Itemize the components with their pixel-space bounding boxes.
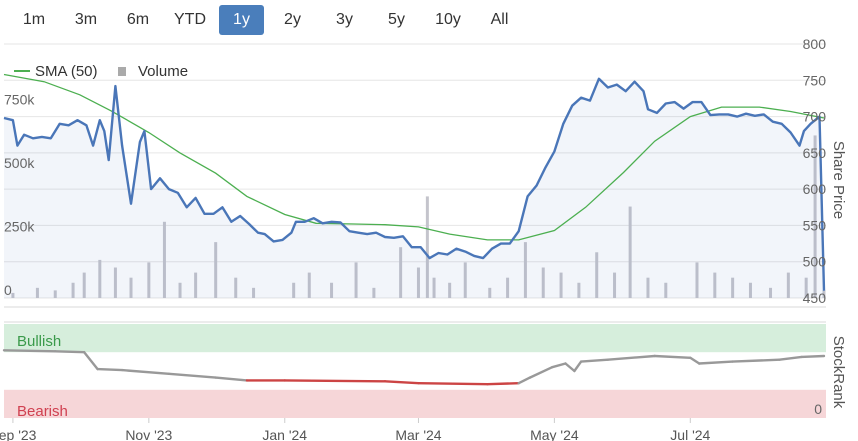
volume-tick-label: 0 — [4, 282, 12, 298]
price-tick-label: 800 — [803, 36, 827, 52]
volume-tick-label: 500k — [4, 155, 35, 171]
x-tick-label: Sep '23 — [0, 427, 37, 441]
legend-sma-label: SMA (50) — [35, 63, 98, 80]
stockrank-line-segment — [689, 356, 701, 365]
price-tick-label: 750 — [803, 72, 827, 88]
price-axis-label: Share Price — [830, 141, 847, 219]
rank-axis-label: StockRank — [830, 336, 847, 409]
x-tick-label: Jan '24 — [262, 427, 307, 441]
stockrank-line-segment — [778, 355, 803, 361]
stockrank-line-segment — [517, 376, 532, 385]
stockrank-line-segment — [54, 350, 86, 354]
stockrank-line-segment — [579, 358, 610, 363]
share-price-chart: 450 500 550 600 650 700 750 800 Share Price 0 250k… — [0, 36, 847, 441]
stockrank-line-segment — [551, 362, 567, 369]
stockrank-line-segment — [82, 351, 99, 371]
stockrank-line-segment — [698, 360, 734, 365]
bearish-band — [4, 389, 826, 418]
legend-volume-swatch — [118, 67, 126, 76]
stockrank-line-segment — [2, 349, 57, 353]
stockrank-line-segment — [573, 360, 583, 373]
stockrank-line-segment — [731, 358, 781, 363]
bearish-label: Bearish — [17, 403, 68, 420]
x-tick-label: Jul '24 — [670, 427, 710, 441]
stockrank-line-segment — [653, 354, 692, 359]
price-tick-label: 700 — [803, 109, 827, 125]
x-tick-label: Mar '24 — [395, 427, 441, 441]
stockrank-line-segment — [486, 382, 520, 386]
stockrank-line-segment — [606, 354, 656, 361]
x-tick-label: Nov '23 — [125, 427, 172, 441]
price-tick-label: 450 — [803, 290, 827, 306]
stockrank-line-segment — [167, 372, 217, 379]
price-area — [4, 78, 824, 298]
stockrank-line-segment — [96, 367, 124, 372]
stockrank-line-segment — [564, 362, 576, 373]
stockrank-line-segment — [528, 366, 554, 379]
legend-volume-label: Volume — [138, 63, 188, 80]
price-tick-label: 600 — [803, 181, 827, 197]
x-tick-label: May '24 — [530, 427, 579, 441]
stockrank-line-segment — [417, 382, 489, 386]
price-tick-label: 500 — [803, 254, 827, 270]
bullish-band — [4, 324, 826, 353]
stockrank-line-segment — [383, 380, 420, 385]
stockrank-line-segment — [800, 354, 826, 359]
volume-tick-label: 250k — [4, 219, 35, 235]
stockrank-line-segment — [283, 379, 387, 383]
volume-tick-label: 750k — [4, 92, 35, 108]
price-tick-label: 650 — [803, 145, 827, 161]
stockrank-line-segment — [214, 376, 249, 382]
stockrank-line-segment — [120, 368, 171, 375]
rank-tick-label: 0 — [814, 401, 822, 417]
price-tick-label: 550 — [803, 217, 827, 233]
bullish-label: Bullish — [17, 333, 61, 350]
